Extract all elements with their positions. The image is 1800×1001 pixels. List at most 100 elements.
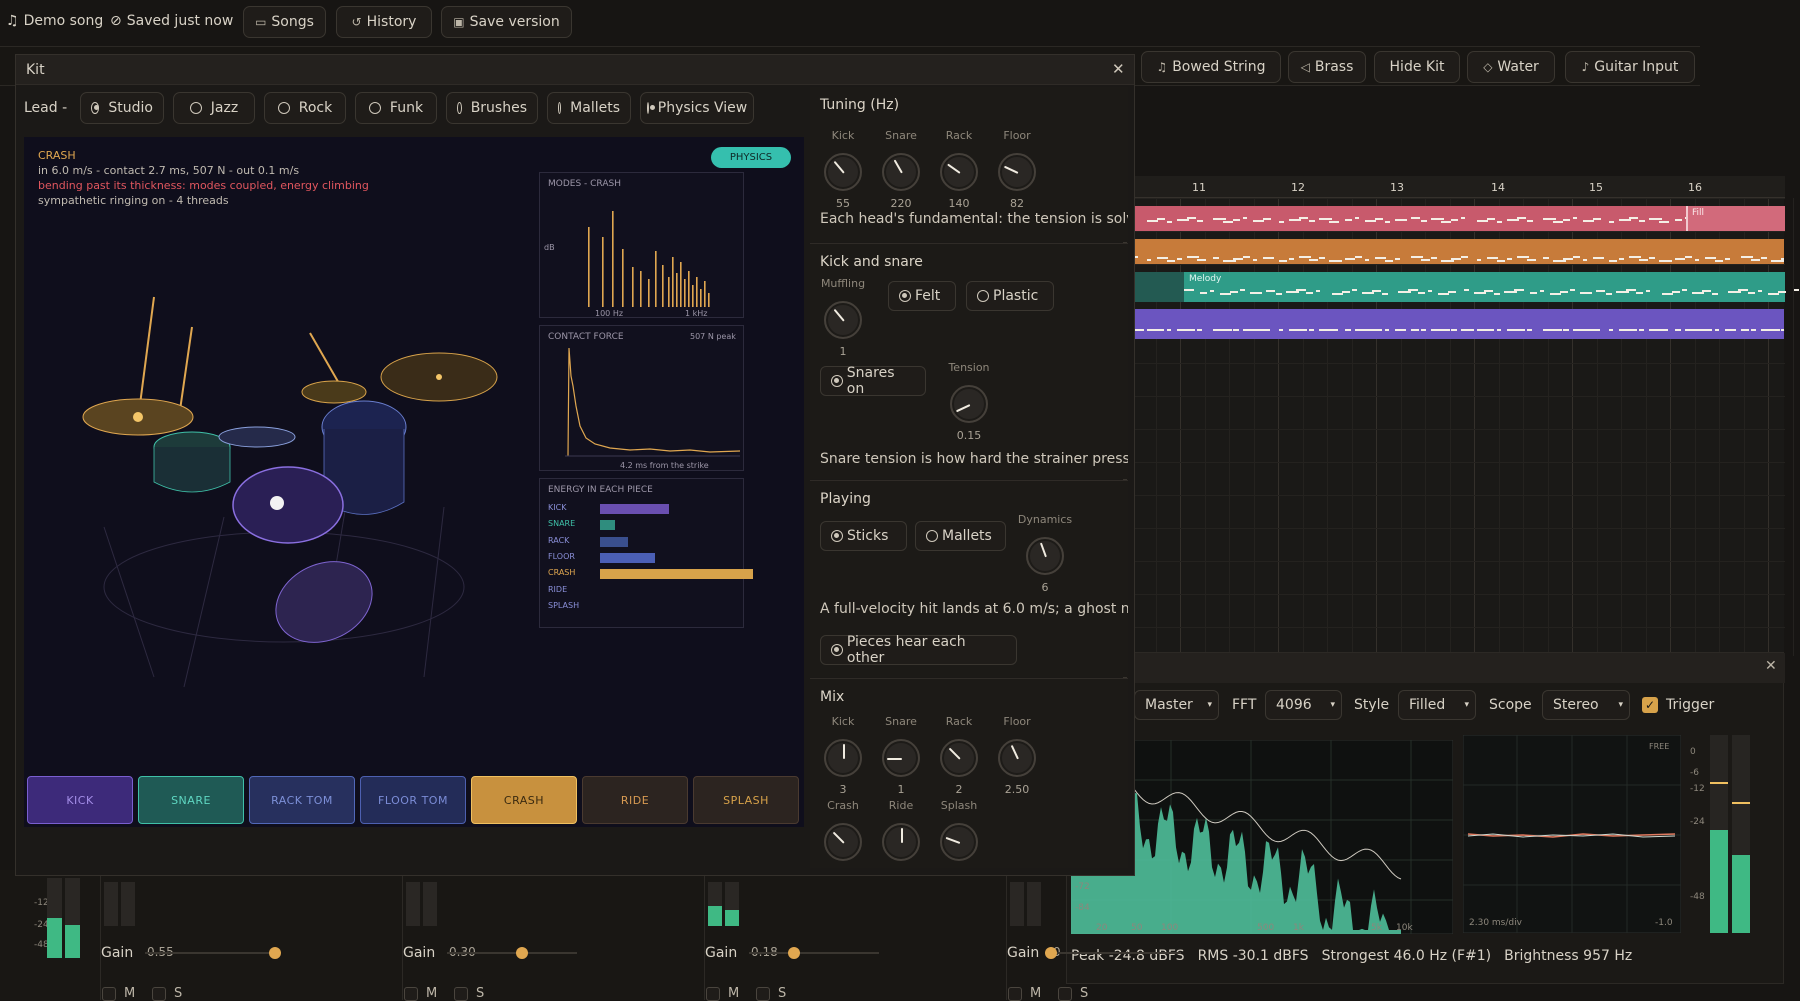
- save-version-button[interactable]: ▣ Save version: [441, 6, 572, 38]
- style-studio[interactable]: Studio: [80, 92, 164, 124]
- solo-toggle[interactable]: S: [454, 986, 484, 1001]
- note-mark: [1263, 257, 1274, 259]
- fft-label: FFT: [1232, 697, 1257, 713]
- gain-slider[interactable]: [447, 952, 577, 954]
- tab-bowed-string[interactable]: ♫ Bowed String: [1141, 51, 1281, 83]
- close-icon[interactable]: ✕: [1765, 658, 1777, 674]
- mode-bar: [602, 237, 604, 307]
- spectrum-x-tick: 20: [1096, 923, 1108, 933]
- snares-on-toggle[interactable]: Snares on: [820, 365, 926, 397]
- knob[interactable]: [882, 739, 920, 777]
- knob[interactable]: [882, 153, 920, 191]
- solo-toggle[interactable]: S: [1058, 986, 1088, 1001]
- note-mark: [1702, 290, 1711, 292]
- physics-badge[interactable]: PHYSICS: [711, 147, 791, 168]
- piece-snare[interactable]: SNARE: [138, 776, 244, 824]
- knob[interactable]: [950, 385, 988, 423]
- tab-hide-kit[interactable]: Hide Kit: [1374, 51, 1460, 83]
- knob[interactable]: [824, 739, 862, 777]
- felt-option[interactable]: Felt: [888, 281, 956, 311]
- mute-toggle[interactable]: M: [404, 986, 437, 1001]
- knob[interactable]: [882, 823, 920, 861]
- grid-line: [1792, 198, 1794, 656]
- melody-clip[interactable]: Melody: [1184, 272, 1799, 302]
- piece-rack-tom[interactable]: RACK TOM: [249, 776, 355, 824]
- note-mark: [1695, 259, 1699, 261]
- gain-slider[interactable]: [749, 952, 879, 954]
- note-mark: [1213, 257, 1219, 259]
- style-funk[interactable]: Funk: [355, 92, 437, 124]
- drum-kit-3d[interactable]: [24, 257, 544, 757]
- gain-slider-thumb[interactable]: [1045, 947, 1057, 959]
- fft-size-select[interactable]: 4096 ▾: [1265, 690, 1342, 720]
- mode-bar: [696, 277, 698, 307]
- songs-button[interactable]: ▭ Songs: [243, 6, 326, 38]
- mallets-option[interactable]: Mallets: [915, 521, 1006, 551]
- knob[interactable]: [1026, 537, 1064, 575]
- strip-divider: [704, 870, 705, 1000]
- knob[interactable]: [824, 301, 862, 339]
- plastic-option[interactable]: Plastic: [966, 281, 1054, 311]
- grid-line: [1180, 198, 1181, 656]
- note-mark: [1395, 219, 1407, 221]
- knob[interactable]: [824, 153, 862, 191]
- piece-ride[interactable]: RIDE: [582, 776, 688, 824]
- piece-kick[interactable]: KICK: [27, 776, 133, 824]
- trigger-checkbox[interactable]: ✓: [1642, 697, 1658, 713]
- knob[interactable]: [998, 153, 1036, 191]
- style-select[interactable]: Filled ▾: [1398, 690, 1476, 720]
- tab-guitar-input[interactable]: ♪ Guitar Input: [1565, 51, 1695, 83]
- piece-crash[interactable]: CRASH: [471, 776, 577, 824]
- style-mallets[interactable]: Mallets: [547, 92, 631, 124]
- gain-slider-thumb[interactable]: [516, 947, 528, 959]
- note-mark: [1741, 256, 1753, 258]
- knob[interactable]: [824, 823, 862, 861]
- note-mark: [1606, 293, 1612, 295]
- note-mark: [1289, 219, 1301, 221]
- piece-splash[interactable]: SPLASH: [693, 776, 799, 824]
- timeline-grid[interactable]: [1131, 198, 1794, 656]
- note-mark: [1309, 329, 1314, 331]
- knob[interactable]: [940, 823, 978, 861]
- timeline-ruler[interactable]: 11 12 13 14 15 16: [1131, 176, 1785, 198]
- check-circle-icon: ⊘: [110, 13, 122, 29]
- gain-slider[interactable]: [145, 952, 275, 954]
- piece-floor-tom[interactable]: FLOOR TOM: [360, 776, 466, 824]
- mute-toggle[interactable]: M: [102, 986, 135, 1001]
- note-mark: [1223, 329, 1232, 331]
- history-button[interactable]: ↺ History: [336, 6, 432, 38]
- note-mark: [1563, 258, 1573, 260]
- spectrum-x-tick: 50: [1131, 923, 1143, 933]
- solo-toggle[interactable]: S: [152, 986, 182, 1001]
- gain-slider-thumb[interactable]: [788, 947, 800, 959]
- note-mark: [1715, 260, 1723, 262]
- note-mark: [1253, 329, 1263, 331]
- style-rock[interactable]: Rock: [264, 92, 346, 124]
- gain-slider-thumb[interactable]: [269, 947, 281, 959]
- solo-toggle[interactable]: S: [756, 986, 786, 1001]
- tab-brass[interactable]: ◁ Brass: [1288, 51, 1366, 83]
- scope-select[interactable]: Stereo ▾: [1542, 690, 1630, 720]
- sticks-option[interactable]: Sticks: [820, 521, 907, 551]
- knob[interactable]: [998, 739, 1036, 777]
- style-brushes[interactable]: Brushes: [446, 92, 538, 124]
- knob[interactable]: [940, 153, 978, 191]
- fill-clip[interactable]: Fill: [1686, 206, 1785, 231]
- pieces-hear-toggle[interactable]: Pieces hear each other: [820, 634, 1017, 666]
- style-jazz[interactable]: Jazz: [173, 92, 255, 124]
- track-clip-chords[interactable]: [1131, 309, 1784, 339]
- mute-toggle[interactable]: M: [1008, 986, 1041, 1001]
- style-physics-view[interactable]: Physics View: [640, 92, 754, 124]
- radio-icon: [558, 102, 562, 114]
- close-icon[interactable]: ✕: [1112, 60, 1125, 78]
- tab-water[interactable]: ◇ Water: [1467, 51, 1555, 83]
- mode-bar: [684, 279, 686, 307]
- note-mark: [1441, 260, 1454, 262]
- gain-slider[interactable]: [1051, 952, 1181, 954]
- mute-toggle[interactable]: M: [706, 986, 739, 1001]
- track-clip-bass[interactable]: [1131, 239, 1784, 264]
- music-note-icon: ♫: [6, 13, 19, 29]
- analyzer-source-select[interactable]: Master ▾: [1134, 690, 1219, 720]
- song-title[interactable]: ♫ Demo song: [6, 13, 103, 29]
- knob[interactable]: [940, 739, 978, 777]
